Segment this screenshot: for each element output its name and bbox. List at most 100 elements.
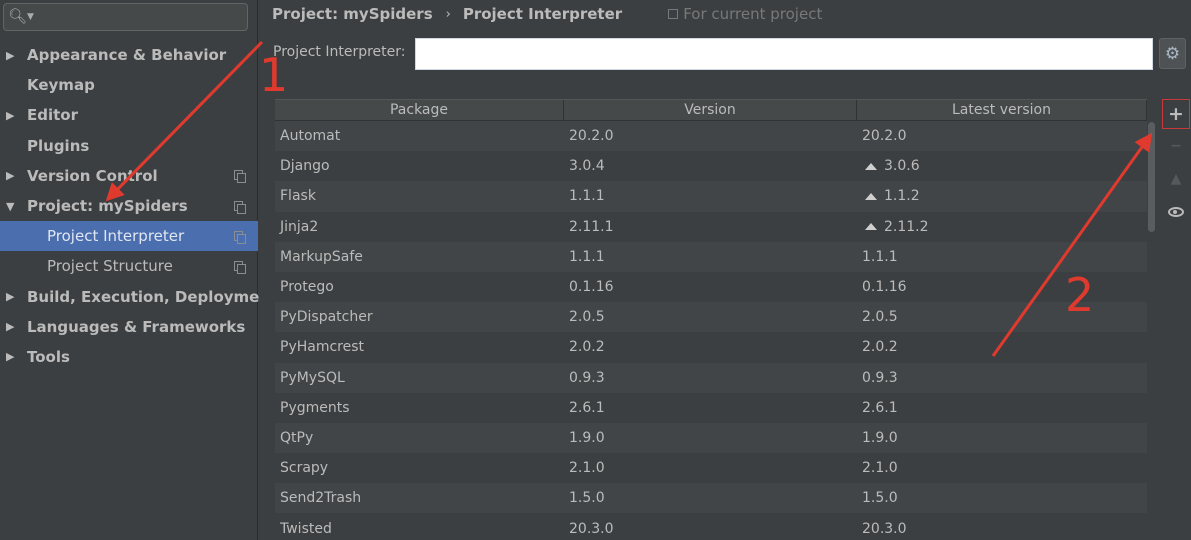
current-project-note-label: For current project <box>683 5 823 23</box>
packages-table: Package Version Latest version Automat 20… <box>275 99 1147 540</box>
breadcrumb-project[interactable]: Project: mySpiders <box>272 5 433 23</box>
sidebar-item-project-myspiders[interactable]: ▼ Project: mySpiders <box>0 191 258 221</box>
sidebar-item-label: Project Interpreter <box>47 227 185 246</box>
column-header-latest-version[interactable]: Latest version <box>857 100 1147 120</box>
sidebar-item-project-interpreter[interactable]: Project Interpreter <box>0 221 258 252</box>
sidebar-item-plugins[interactable]: Plugins <box>0 131 258 161</box>
sidebar-item-label: Build, Execution, Deployment <box>27 287 278 306</box>
latest-version-cell: 3.0.6 <box>857 158 1147 174</box>
latest-version: 2.11.2 <box>884 218 929 235</box>
sidebar-item-label: Project: mySpiders <box>27 197 188 216</box>
package-version: 1.1.1 <box>569 188 605 205</box>
collapsed-arrow-icon[interactable]: ▶ <box>6 49 14 62</box>
sidebar-item-label: Version Control <box>27 166 158 185</box>
table-row[interactable]: PyDispatcher 2.0.5 2.0.5 <box>275 302 1147 333</box>
interpreter-select[interactable] <box>415 38 1153 70</box>
upgrade-available-icon <box>865 162 877 170</box>
table-scrollbar[interactable] <box>1147 120 1156 540</box>
collapsed-arrow-icon[interactable]: ▶ <box>6 350 14 363</box>
package-version: 20.2.0 <box>569 128 614 145</box>
table-row[interactable]: PyHamcrest 2.0.2 2.0.2 <box>275 332 1147 363</box>
sidebar-item-appearance-behavior[interactable]: ▶ Appearance & Behavior <box>0 40 258 70</box>
sidebar-item-editor[interactable]: ▶ Editor <box>0 100 258 130</box>
collapsed-arrow-icon[interactable]: ▶ <box>6 320 14 333</box>
upgrade-available-icon <box>865 192 877 200</box>
latest-version: 20.3.0 <box>862 520 907 537</box>
latest-version-cell: 2.1.0 <box>857 460 1147 476</box>
table-row[interactable]: Twisted 20.3.0 20.3.0 <box>275 513 1147 540</box>
latest-version-cell: 20.3.0 <box>857 521 1147 537</box>
latest-version-cell: 1.1.2 <box>857 188 1147 204</box>
package-version: 0.1.16 <box>569 279 614 296</box>
settings-sidebar: 🔍︎▼ ▶ Appearance & Behavior Keymap ▶ Editor P… <box>0 0 277 540</box>
table-row[interactable]: Send2Trash 1.5.0 1.5.0 <box>275 483 1147 514</box>
package-version: 20.3.0 <box>569 520 614 537</box>
latest-version: 1.1.1 <box>862 248 898 265</box>
gear-icon: ⚙ <box>1164 43 1181 64</box>
table-row[interactable]: Pygments 2.6.1 2.6.1 <box>275 392 1147 423</box>
package-name: Scrapy <box>280 460 329 477</box>
table-row[interactable]: Jinja2 2.11.1 2.11.2 <box>275 211 1147 242</box>
show-early-releases-button[interactable] <box>1161 195 1191 228</box>
package-version: 1.5.0 <box>569 490 605 507</box>
sidebar-item-build-execution-deployment[interactable]: ▶ Build, Execution, Deployment <box>0 282 277 312</box>
table-row[interactable]: Flask 1.1.1 1.1.2 <box>275 181 1147 212</box>
package-version: 2.0.5 <box>569 309 605 326</box>
project-scope-icon <box>234 170 246 184</box>
table-row[interactable]: Automat 20.2.0 20.2.0 <box>275 121 1147 152</box>
latest-version-cell: 20.2.0 <box>857 128 1147 144</box>
sidebar-item-label: Editor <box>27 106 78 125</box>
table-row[interactable]: Scrapy 2.1.0 2.1.0 <box>275 453 1147 484</box>
latest-version: 2.0.5 <box>862 309 898 326</box>
package-name: MarkupSafe <box>280 248 363 265</box>
project-scope-icon <box>668 9 679 19</box>
sidebar-item-tools[interactable]: ▶ Tools <box>0 342 258 372</box>
latest-version: 1.5.0 <box>862 490 898 507</box>
search-icon: 🔍︎▼ <box>8 7 34 25</box>
annotation-label-1: 1 <box>259 48 289 102</box>
table-row[interactable]: Django 3.0.4 3.0.6 <box>275 151 1147 182</box>
latest-version: 0.1.16 <box>862 279 907 296</box>
latest-version: 3.0.6 <box>884 158 920 175</box>
latest-version: 0.9.3 <box>862 369 898 386</box>
sidebar-item-version-control[interactable]: ▶ Version Control <box>0 161 258 191</box>
latest-version-cell: 2.11.2 <box>857 219 1147 235</box>
scrollbar-thumb[interactable] <box>1148 122 1155 232</box>
package-name: Protego <box>280 279 334 296</box>
package-name: Flask <box>280 188 316 205</box>
collapsed-arrow-icon[interactable]: ▶ <box>6 169 14 182</box>
table-row[interactable]: PyMySQL 0.9.3 0.9.3 <box>275 362 1147 393</box>
latest-version-cell: 1.1.1 <box>857 249 1147 265</box>
current-project-note: For current project <box>668 5 822 23</box>
package-name: Twisted <box>280 520 332 537</box>
sidebar-item-project-structure[interactable]: Project Structure <box>0 251 258 281</box>
sidebar-item-label: Keymap <box>27 76 95 95</box>
table-row[interactable]: MarkupSafe 1.1.1 1.1.1 <box>275 241 1147 272</box>
upgrade-package-button[interactable]: ▲ <box>1161 162 1191 195</box>
breadcrumb: Project: mySpiders › Project Interpreter… <box>272 4 822 24</box>
remove-package-button[interactable]: − <box>1161 129 1191 162</box>
column-header-version[interactable]: Version <box>564 100 857 120</box>
latest-version: 1.9.0 <box>862 429 898 446</box>
sidebar-item-label: Appearance & Behavior <box>27 46 227 65</box>
sidebar-item-label: Tools <box>27 347 70 366</box>
latest-version-cell: 1.9.0 <box>857 430 1147 446</box>
table-row[interactable]: QtPy 1.9.0 1.9.0 <box>275 422 1147 454</box>
package-name: PyDispatcher <box>280 309 373 326</box>
table-row[interactable]: Protego 0.1.16 0.1.16 <box>275 271 1147 303</box>
latest-version-cell: 2.6.1 <box>857 400 1147 416</box>
add-package-button[interactable]: + <box>1162 99 1190 129</box>
package-version: 2.0.2 <box>569 339 605 356</box>
expanded-arrow-icon[interactable]: ▼ <box>6 200 14 213</box>
sidebar-item-languages-frameworks[interactable]: ▶ Languages & Frameworks <box>0 312 258 342</box>
column-header-package[interactable]: Package <box>275 100 564 120</box>
collapsed-arrow-icon[interactable]: ▶ <box>6 109 14 122</box>
latest-version: 20.2.0 <box>862 128 907 145</box>
upgrade-available-icon <box>865 223 877 231</box>
interpreter-settings-button[interactable]: ⚙ <box>1159 38 1186 69</box>
search-input[interactable]: 🔍︎▼ <box>3 3 248 31</box>
collapsed-arrow-icon[interactable]: ▶ <box>6 290 14 303</box>
settings-tree: ▶ Appearance & Behavior Keymap ▶ Editor Plugi… <box>0 40 277 372</box>
sidebar-item-keymap[interactable]: Keymap <box>0 70 258 100</box>
package-name: Send2Trash <box>280 490 362 507</box>
